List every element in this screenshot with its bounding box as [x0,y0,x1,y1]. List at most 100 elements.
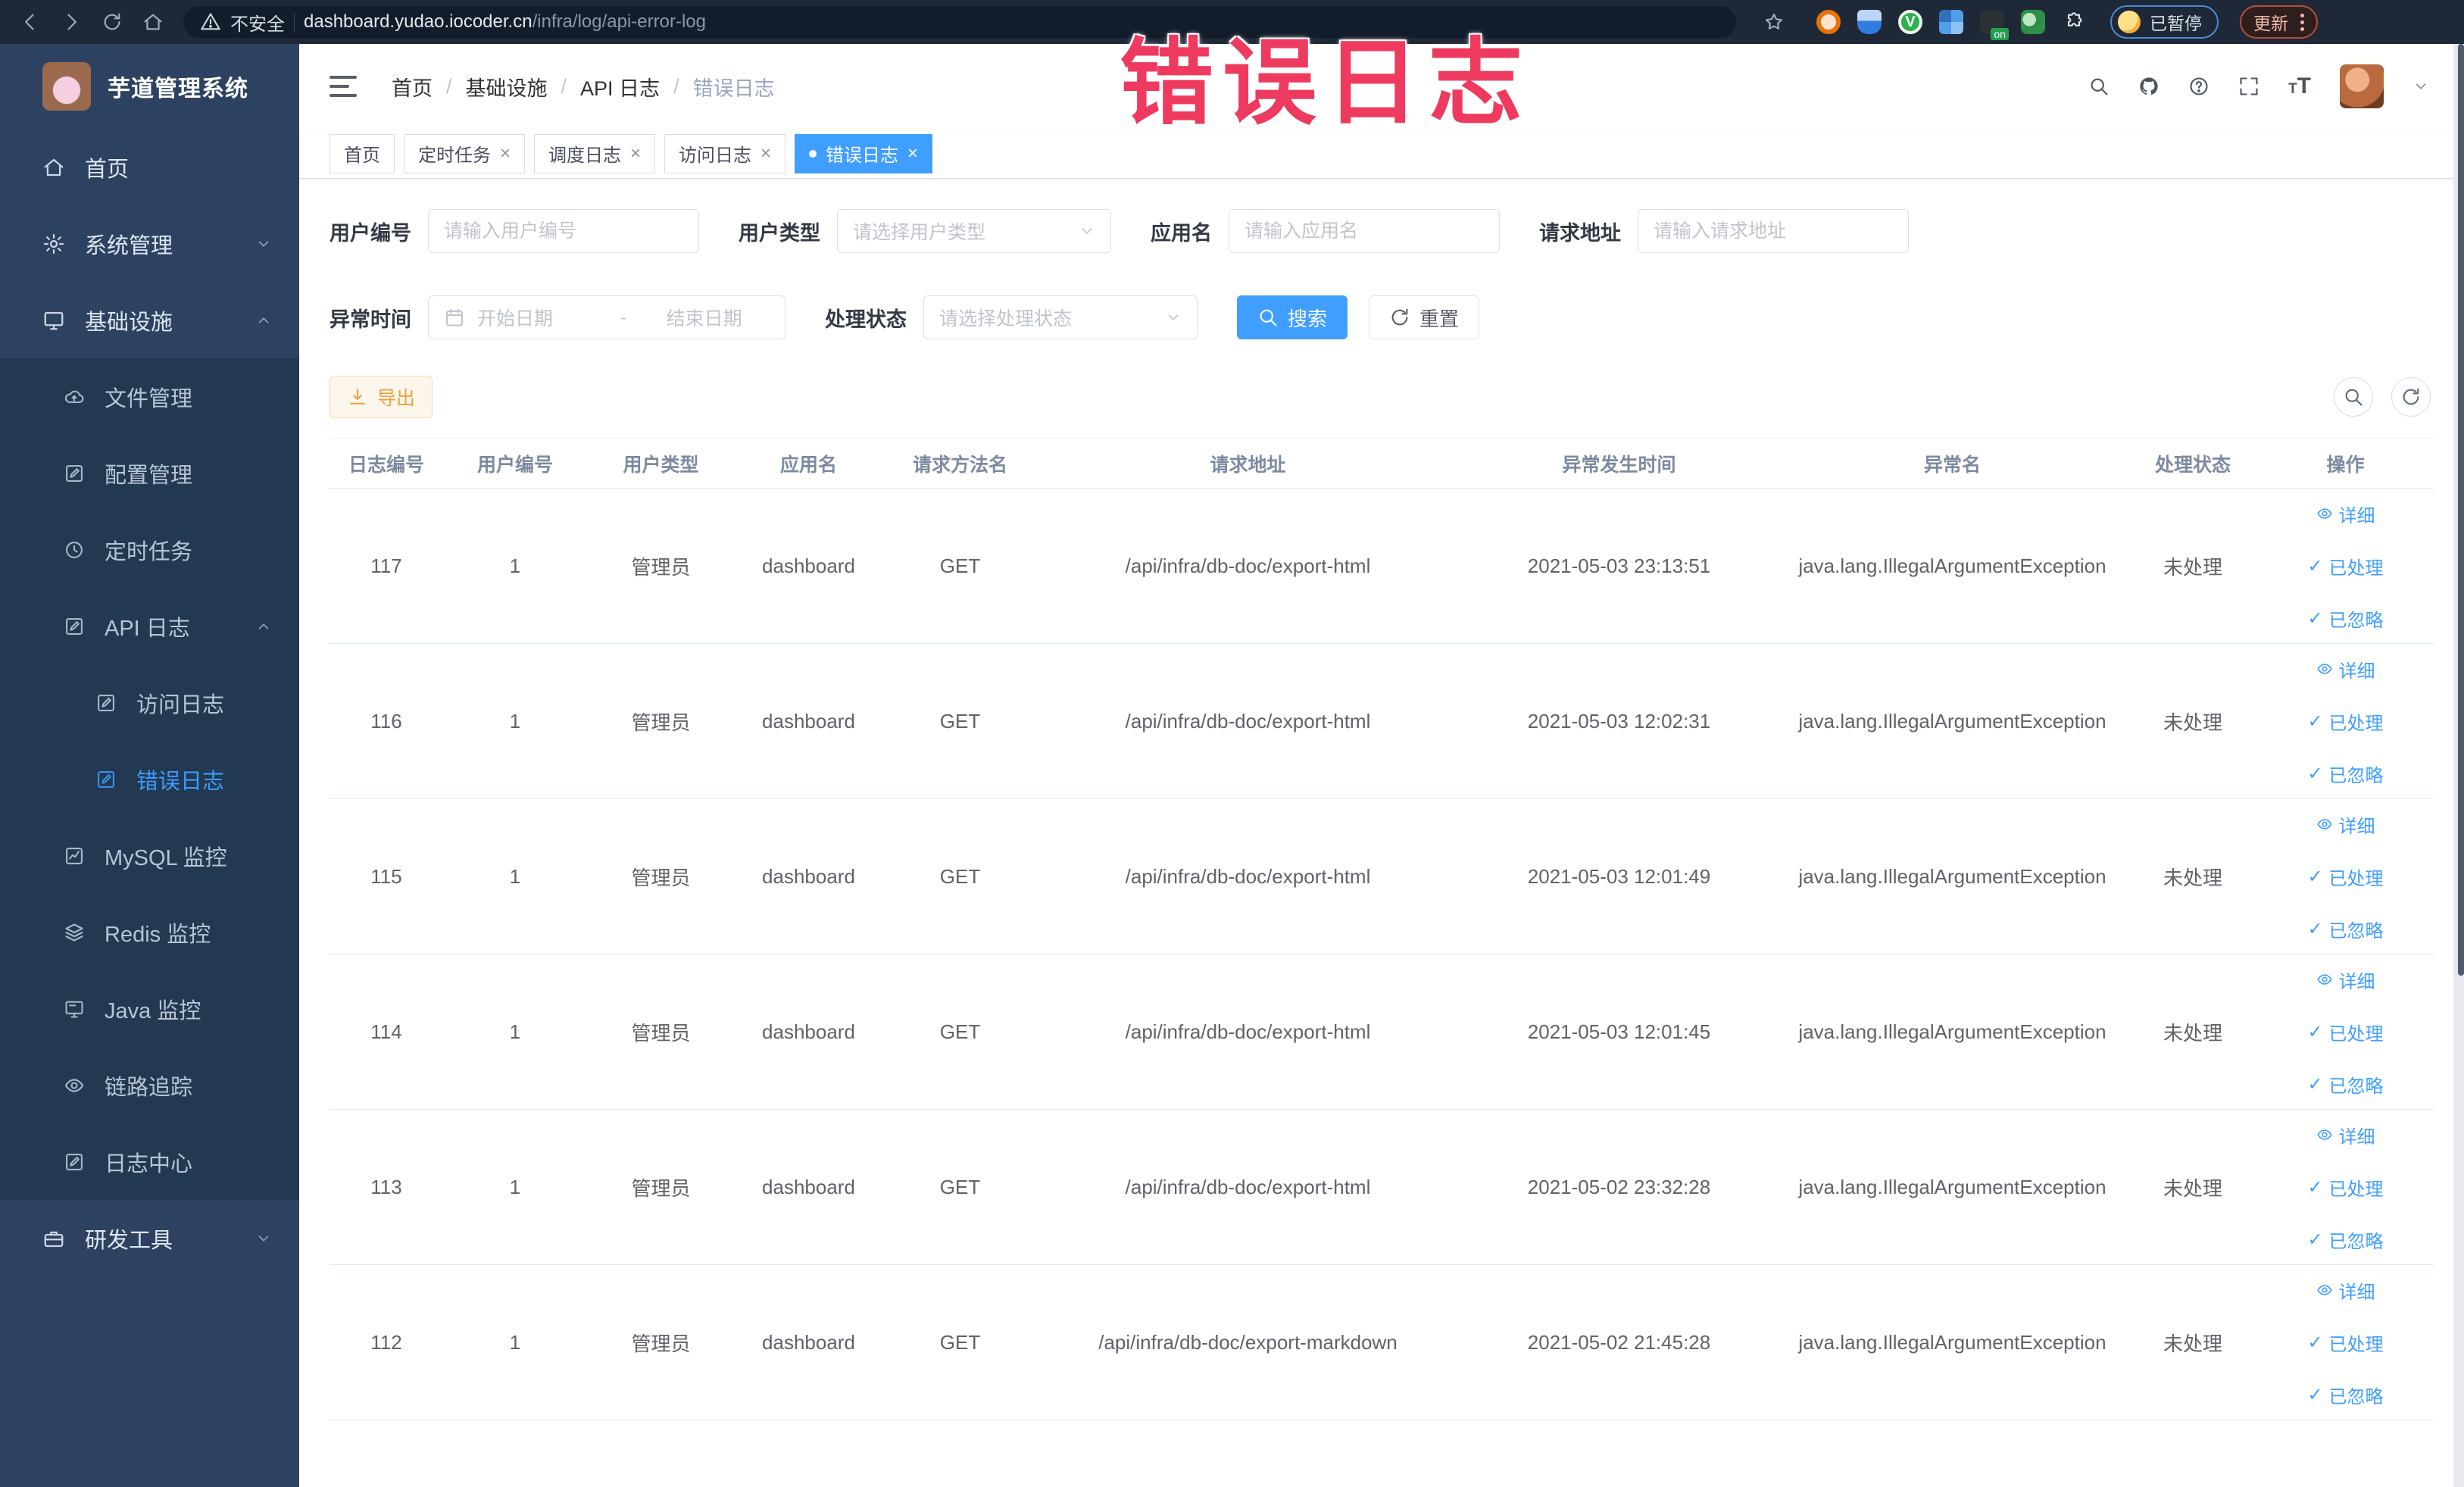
sidebar-item-研发工具[interactable]: 研发工具 [0,1200,299,1276]
action-已忽略[interactable]: ✓ 已忽略 [2307,1382,2383,1408]
action-已处理[interactable]: ✓ 已处理 [2307,708,2383,735]
search-button[interactable]: 搜索 [1237,295,1348,339]
请求地址-input[interactable] [1638,209,1909,253]
tab-label: 访问日志 [679,145,752,166]
browser-update-button[interactable]: 更新 [2240,5,2318,39]
page-scrollbar[interactable] [2453,44,2464,1487]
action-已忽略[interactable]: ✓ 已忽略 [2307,761,2383,787]
sidebar-item-基础设施[interactable]: 基础设施 [0,282,299,358]
action-已处理[interactable]: ✓ 已处理 [2307,553,2383,579]
sidebar-item-系统管理[interactable]: 系统管理 [0,205,299,282]
edit-icon [64,616,85,637]
sidebar-item-日志中心[interactable]: 日志中心 [0,1123,299,1200]
sidebar-item-定时任务[interactable]: 定时任务 [0,511,299,588]
refresh-table-button[interactable] [2391,377,2431,417]
tab-close-icon[interactable]: × [500,144,511,163]
reload-icon[interactable] [95,5,129,39]
date-range-input[interactable]: 开始日期 - 结束日期 [428,295,785,339]
sidebar-item-mysql-监控[interactable]: MySQL 监控 [0,817,299,894]
action-已处理[interactable]: ✓ 已处理 [2307,1174,2383,1201]
action-详细[interactable]: 详细 [2316,811,2375,838]
scrollbar-thumb[interactable] [2458,44,2464,976]
back-icon[interactable] [14,5,47,39]
action-已处理[interactable]: ✓ 已处理 [2307,1329,2383,1356]
font-size-icon[interactable]: TT [2288,73,2311,99]
fullscreen-icon[interactable] [2238,76,2259,97]
action-详细[interactable]: 详细 [2316,501,2375,527]
action-label: 已处理 [2328,558,2384,579]
app-logo [42,62,91,111]
sidebar-item-配置管理[interactable]: 配置管理 [0,435,299,511]
sidebar-item-错误日志[interactable]: 错误日志 [0,741,299,817]
extension-icon-orange[interactable] [1816,10,1841,34]
tab-close-icon[interactable]: × [907,144,918,163]
sidebar-item-链路追踪[interactable]: 链路追踪 [0,1047,299,1123]
user-menu-caret-icon[interactable] [2412,78,2429,95]
action-已处理[interactable]: ✓ 已处理 [2307,1019,2383,1045]
action-已处理[interactable]: ✓ 已处理 [2307,864,2383,890]
action-已忽略[interactable]: ✓ 已忽略 [2307,1071,2383,1098]
user-avatar[interactable] [2340,64,2384,108]
action-label: 已处理 [2328,1179,2384,1200]
url-bar[interactable]: 不安全 dashboard.yudao.iocoder.cn/infra/log… [183,6,1736,38]
用户编号-input[interactable] [428,209,699,253]
action-已忽略[interactable]: ✓ 已忽略 [2307,1226,2383,1253]
应用名-input[interactable] [1229,209,1500,253]
action-label: 已处理 [2328,868,2384,889]
cell-method: GET [939,1330,981,1354]
tab-调度日志[interactable]: 调度日志 × [534,133,656,173]
extension-icon-leaf[interactable] [2021,10,2045,34]
app-logo-row[interactable]: 芋道管理系统 [0,44,299,129]
action-详细[interactable]: 详细 [2316,967,2375,993]
extension-icon-grid[interactable] [1939,10,1963,34]
tab-close-icon[interactable]: × [630,144,641,163]
action-详细[interactable]: 详细 [2316,656,2375,683]
github-icon[interactable] [2138,76,2160,97]
sidebar-item-api-日志[interactable]: API 日志 [0,588,299,664]
app-title: 芋道管理系统 [108,77,248,102]
breadcrumb-item-api-log[interactable]: API 日志 [580,72,660,102]
extensions-puzzle-icon[interactable] [2062,10,2086,34]
action-已忽略[interactable]: ✓ 已忽略 [2307,605,2383,632]
collapse-sidebar-icon[interactable] [329,76,360,97]
help-icon[interactable] [2188,76,2209,97]
profile-paused-badge[interactable]: 已暂停 [2110,5,2219,39]
sidebar-item-java-监控[interactable]: Java 监控 [0,970,299,1047]
sidebar-item-redis-监控[interactable]: Redis 监控 [0,894,299,970]
tab-访问日志[interactable]: 访问日志 × [664,133,786,173]
tab-错误日志[interactable]: 错误日志 × [795,133,933,173]
reset-button[interactable]: 重置 [1369,295,1480,339]
forward-icon[interactable] [55,5,88,39]
export-button[interactable]: 导出 [329,376,433,418]
tab-首页[interactable]: 首页 [329,133,395,173]
tab-定时任务[interactable]: 定时任务 × [404,133,526,173]
用户类型-select[interactable]: 请选择用户类型 [837,209,1111,253]
action-label: 已忽略 [2328,765,2384,786]
sidebar-item-访问日志[interactable]: 访问日志 [0,664,299,741]
status-select[interactable]: 请选择处理状态 [923,295,1198,339]
filter-group-用户类型: 用户类型 请选择用户类型 [739,209,1111,253]
action-详细[interactable]: 详细 [2316,1122,2375,1148]
cell-actions: 详细 ✓ 已处理 ✓ 已忽略 [2261,1277,2430,1408]
column-header-处理状态: 处理状态 [2154,454,2231,476]
extension-icon-shield[interactable] [1857,10,1882,34]
search-icon[interactable] [2088,76,2110,97]
select-placeholder: 请选择用户类型 [853,222,986,243]
home-icon[interactable] [136,5,170,39]
action-详细[interactable]: 详细 [2316,1277,2375,1304]
sidebar-item-label: MySQL 监控 [105,845,227,870]
toggle-search-button[interactable] [2334,377,2373,417]
breadcrumb-item-home[interactable]: 首页 [392,72,433,102]
cell-time: 2021-05-03 12:01:49 [1527,864,1711,888]
action-已忽略[interactable]: ✓ 已忽略 [2307,916,2383,942]
sidebar-item-文件管理[interactable]: 文件管理 [0,358,299,435]
action-label: 已忽略 [2328,1076,2384,1097]
breadcrumb-item-infra[interactable]: 基础设施 [466,72,548,102]
bookmark-star-icon[interactable] [1757,5,1791,39]
tab-close-icon[interactable]: × [760,144,771,163]
extension-icon-on-badge[interactable] [1980,10,2009,40]
extension-icon-green[interactable]: V [1898,10,1922,34]
browser-menu-icon[interactable] [2300,13,2304,31]
sidebar-item-首页[interactable]: 首页 [0,129,299,205]
action-label: 已处理 [2328,1023,2384,1045]
